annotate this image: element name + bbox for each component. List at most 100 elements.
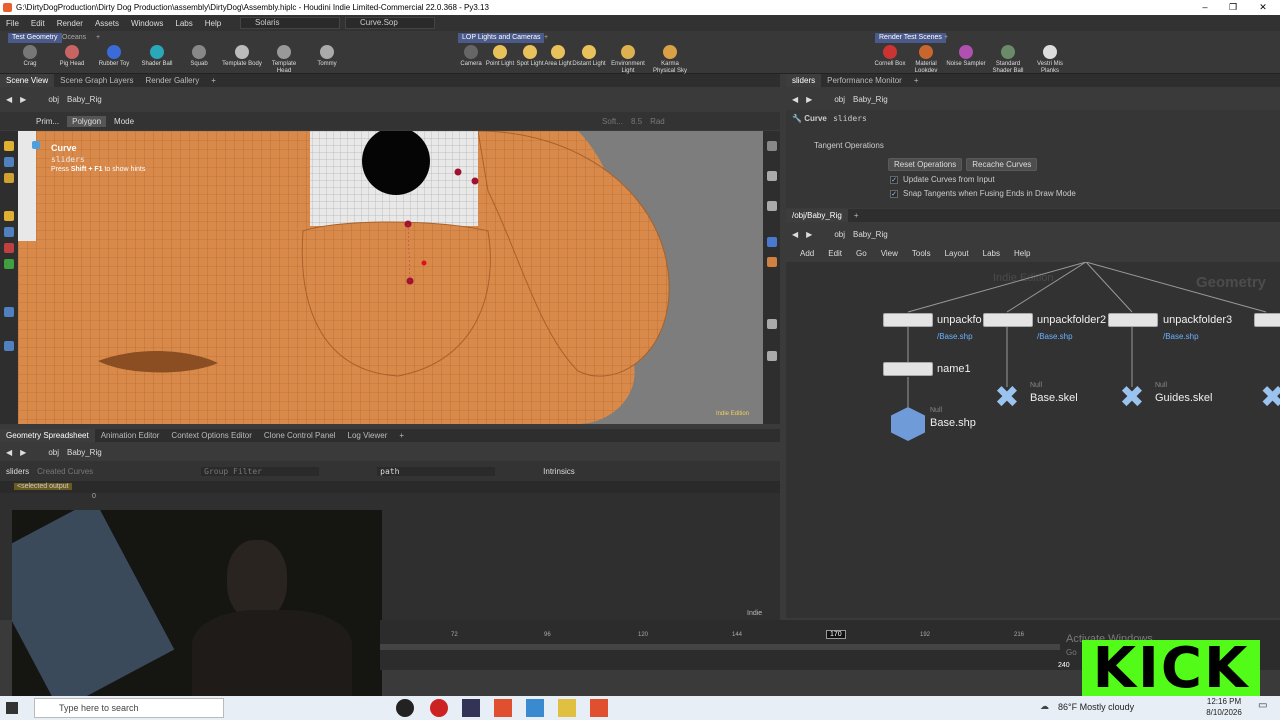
tool-template-head[interactable]: Template Head [264, 45, 304, 75]
menu-help[interactable]: Help [199, 19, 227, 28]
intrinsics-toggle[interactable]: Intrinsics [543, 467, 575, 476]
null-node-icon[interactable]: ✖ [1260, 384, 1280, 412]
selected-output-label[interactable]: <selected output [14, 483, 72, 490]
scale-icon[interactable] [4, 243, 14, 253]
checkbox-icon[interactable]: ✓ [890, 175, 898, 184]
file-explorer-icon[interactable] [558, 699, 576, 717]
houdini-taskbar-icon[interactable] [494, 699, 512, 717]
tab-sliders[interactable]: sliders [786, 74, 822, 87]
snap-icon[interactable] [4, 307, 14, 317]
net-path-node[interactable]: Baby_Rig [853, 230, 888, 239]
tool-crag[interactable]: Crag [10, 45, 50, 68]
back-icon-3[interactable]: ◀ [792, 230, 798, 239]
node-unpackfolder3[interactable] [1108, 313, 1158, 327]
rotate-icon[interactable] [4, 227, 14, 237]
close-icon[interactable]: ✕ [1248, 0, 1278, 15]
sheet-path-node[interactable]: Baby_Rig [67, 448, 102, 457]
net-menu-help[interactable]: Help [1007, 249, 1037, 258]
tool-noise-sampler[interactable]: Noise Sampler [946, 45, 986, 68]
houdini-taskbar-icon-2[interactable] [590, 699, 608, 717]
param-node-name[interactable]: sliders [833, 114, 867, 123]
light-icon[interactable] [767, 171, 777, 181]
add-shelf-icon-2[interactable]: + [540, 33, 552, 43]
app-icon-2[interactable] [526, 699, 544, 717]
sheet-path-obj[interactable]: obj [48, 448, 59, 457]
menu-edit[interactable]: Edit [25, 19, 51, 28]
node-unpackfolder2[interactable] [983, 313, 1033, 327]
tab-network-path[interactable]: /obj/Baby_Rig [786, 209, 848, 222]
current-frame-marker[interactable]: 170 [826, 630, 846, 639]
handle-icon[interactable] [4, 173, 14, 183]
net-menu-add[interactable]: Add [792, 249, 821, 258]
display-options-icon[interactable] [767, 141, 777, 151]
tool-tommy[interactable]: Tommy [307, 45, 347, 68]
param-path-node[interactable]: Baby_Rig [853, 95, 888, 104]
tab-clone-control-panel[interactable]: Clone Control Panel [258, 429, 342, 442]
node-unpackfolder4[interactable] [1254, 313, 1280, 327]
texture-icon[interactable] [767, 257, 777, 267]
forward-icon-4[interactable]: ▶ [20, 448, 26, 457]
soft-value[interactable]: 8.5 [631, 117, 642, 126]
shading-icon[interactable] [767, 237, 777, 247]
tool-template-body[interactable]: Template Body [222, 45, 262, 68]
taskbar-search-input[interactable]: Type here to search [34, 698, 224, 718]
shelf-tab-lop-lights[interactable]: LOP Lights and Cameras [458, 33, 545, 43]
add-tab-icon[interactable]: + [205, 74, 222, 87]
context-selector[interactable]: Curve.Sop [345, 17, 435, 29]
mode-selector[interactable]: Mode [114, 117, 134, 126]
add-tab-icon-3[interactable]: + [848, 209, 865, 222]
clock-time[interactable]: 12:16 PM [1200, 697, 1248, 706]
path-node[interactable]: Baby_Rig [67, 95, 102, 104]
reset-operations-button[interactable]: Reset Operations [888, 158, 963, 171]
null-node-icon[interactable]: ✖ [1116, 383, 1148, 413]
weather-text[interactable]: 86°F Mostly cloudy [1058, 702, 1134, 712]
shelf-tab-render-test[interactable]: Render Test Scenes [875, 33, 946, 43]
snap-tangents-toggle[interactable]: ✓ Snap Tangents when Fusing Ends in Draw … [890, 189, 1076, 198]
back-icon[interactable]: ◀ [6, 95, 12, 104]
camera-view-icon[interactable] [767, 201, 777, 211]
param-path-obj[interactable]: obj [834, 95, 845, 104]
shelf-tab-test-geometry[interactable]: Test Geometry [8, 33, 62, 43]
add-shelf-icon-3[interactable]: + [940, 33, 952, 43]
back-icon-4[interactable]: ◀ [6, 448, 12, 457]
add-tab-icon-4[interactable]: + [393, 429, 410, 442]
menu-file[interactable]: File [0, 19, 25, 28]
menu-windows[interactable]: Windows [125, 19, 169, 28]
tool-squab[interactable]: Squab [179, 45, 219, 68]
prim-selector[interactable]: Prim... [36, 117, 59, 126]
recache-curves-button[interactable]: Recache Curves [966, 158, 1038, 171]
tab-performance-monitor[interactable]: Performance Monitor [821, 74, 908, 87]
view-icon[interactable] [4, 157, 14, 167]
media-player-icon[interactable] [396, 699, 414, 717]
magnet-icon[interactable] [4, 341, 14, 351]
viewport[interactable]: Curve sliders Press Shift + F1 to show h… [18, 131, 763, 424]
network-view[interactable]: Indie Edition Geometry unpackfo /Base.sh… [786, 262, 1280, 618]
tab-geometry-spreadsheet[interactable]: Geometry Spreadsheet [0, 429, 95, 442]
tab-scene-view[interactable]: Scene View [0, 74, 55, 87]
tab-context-options-editor[interactable]: Context Options Editor [165, 429, 257, 442]
pose-icon[interactable] [4, 259, 14, 269]
update-curves-toggle[interactable]: ✓ Update Curves from Input [890, 175, 995, 184]
path-obj[interactable]: obj [48, 95, 59, 104]
forward-icon[interactable]: ▶ [20, 95, 26, 104]
tab-render-gallery[interactable]: Render Gallery [139, 74, 205, 87]
minimize-icon[interactable]: – [1190, 0, 1220, 15]
tool-environment-light[interactable]: Environment Light [608, 45, 648, 75]
tab-log-viewer[interactable]: Log Viewer [342, 429, 394, 442]
net-menu-go[interactable]: Go [849, 249, 874, 258]
tool-standard-shader-ball[interactable]: Standard Shader Ball [988, 45, 1028, 75]
notifications-icon[interactable]: ▭ [1258, 700, 1272, 716]
group-filter-input[interactable]: Group Filter [201, 466, 320, 476]
null-node-icon[interactable]: ✖ [991, 383, 1023, 413]
sheet-created-curves[interactable]: Created Curves [37, 467, 93, 476]
add-tab-icon-2[interactable]: + [908, 74, 925, 87]
weather-icon[interactable]: ☁ [1040, 701, 1049, 712]
obs-icon[interactable] [430, 699, 448, 717]
node-unpackfolder1[interactable] [883, 313, 933, 327]
menu-assets[interactable]: Assets [89, 19, 125, 28]
forward-icon-3[interactable]: ▶ [806, 230, 812, 239]
visualizer-icon[interactable] [767, 351, 777, 361]
node-name1[interactable] [883, 362, 933, 376]
maximize-icon[interactable]: ❐ [1218, 0, 1248, 15]
select-icon[interactable] [4, 141, 14, 151]
